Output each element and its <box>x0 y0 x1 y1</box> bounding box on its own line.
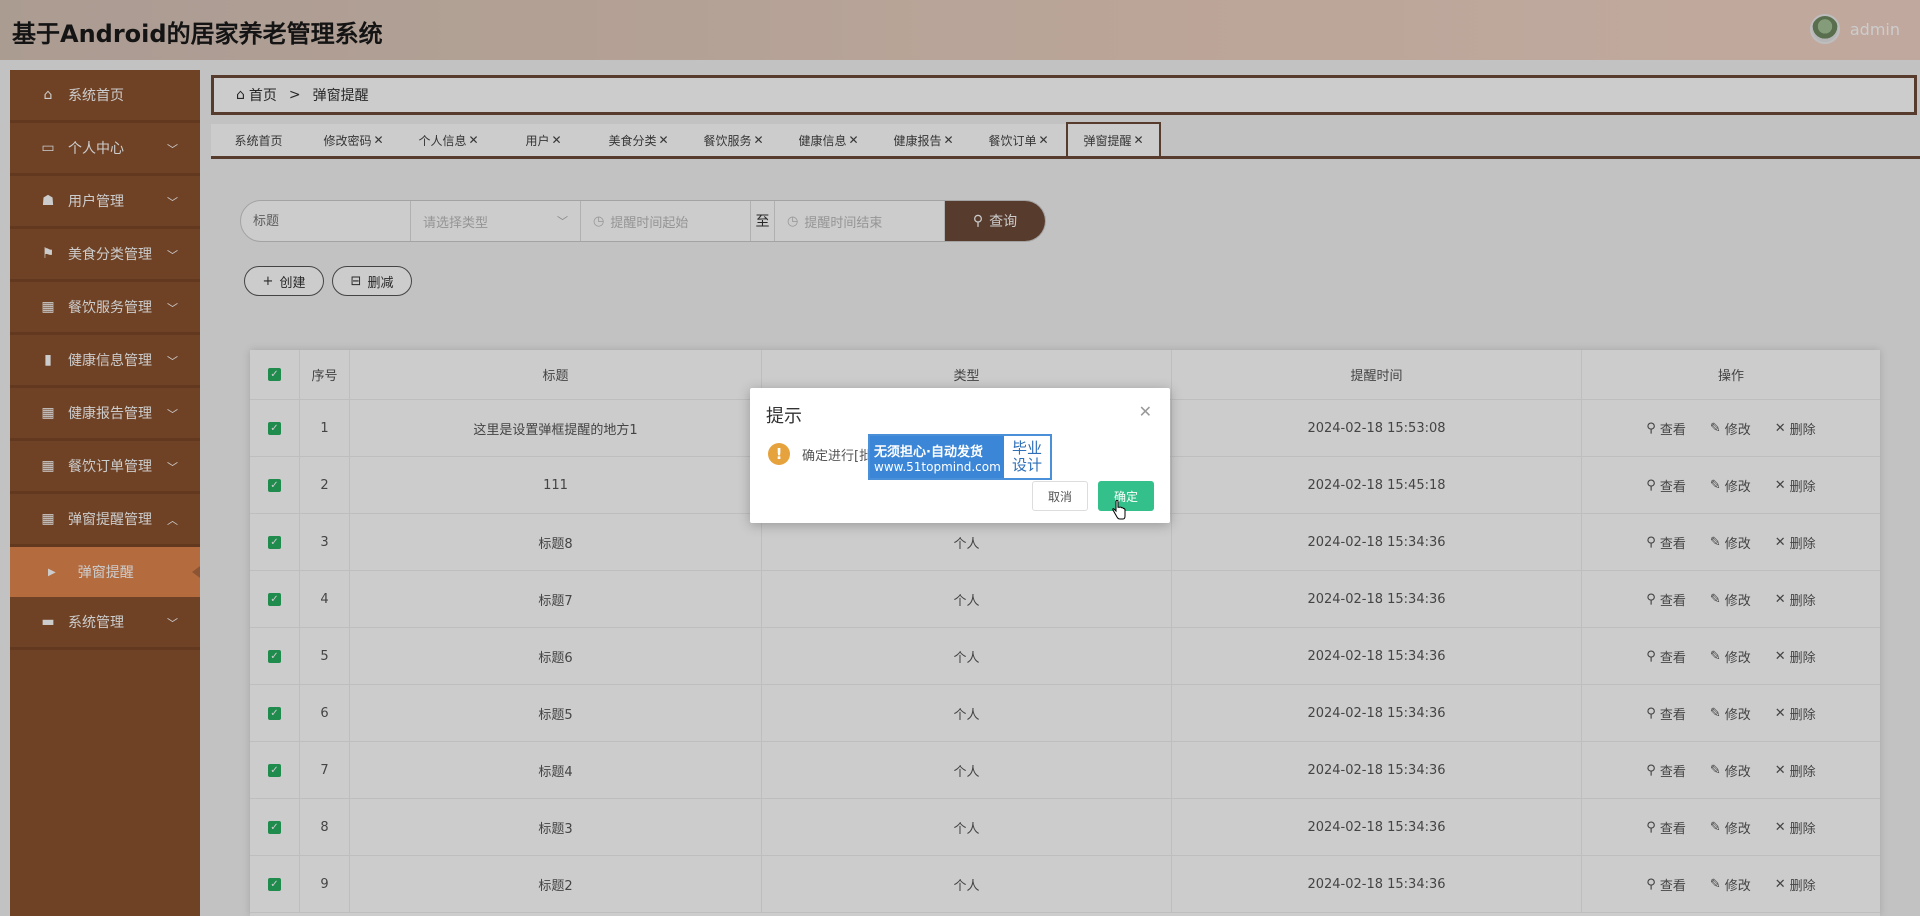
warning-icon: ! <box>768 443 790 465</box>
watermark-banner: 无须担心·自动发货 www.51topmind.com 毕业 设计 <box>868 434 1052 480</box>
watermark-left: 无须担心·自动发货 www.51topmind.com <box>870 436 1004 478</box>
watermark-line1: 无须担心·自动发货 <box>874 444 983 460</box>
dialog-message: 确定进行[批 <box>802 449 873 464</box>
confirm-button[interactable]: 确定 <box>1098 481 1154 511</box>
dialog-title: 提示 <box>766 406 802 427</box>
watermark-right1: 毕业 <box>1011 439 1042 457</box>
hand-cursor-icon <box>1112 500 1126 520</box>
close-icon[interactable]: ✕ <box>1139 402 1152 421</box>
cancel-button[interactable]: 取消 <box>1032 481 1088 511</box>
watermark-right2: 设计 <box>1011 456 1042 474</box>
watermark-line2: www.51topmind.com <box>874 459 1001 474</box>
watermark-right: 毕业 设计 <box>1004 436 1050 478</box>
